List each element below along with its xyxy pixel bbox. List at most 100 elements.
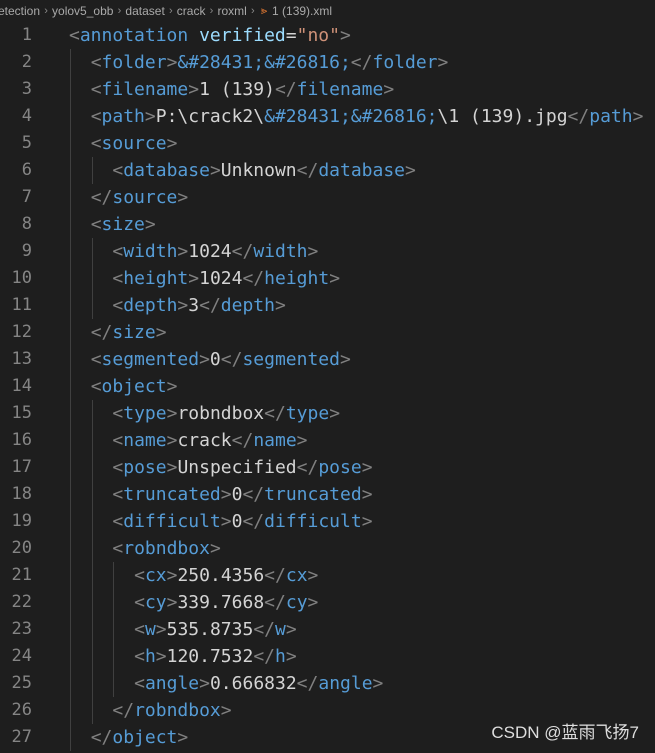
code-text: </robndbox> [112, 697, 231, 724]
code-line[interactable]: 24 <h>120.7532</h> [0, 643, 655, 670]
breadcrumb-item-crack[interactable]: crack [177, 4, 206, 18]
code-token: P:\crack2\ [155, 106, 265, 127]
code-token: 0.666832 [209, 673, 297, 694]
code-token: h [144, 646, 156, 667]
code-line[interactable]: 7 </source> [0, 184, 655, 211]
indent-guide [91, 643, 93, 670]
breadcrumb-item-file[interactable]: 1 (139).xml [272, 4, 332, 18]
breadcrumb: etection › yolov5_obb › dataset › crack … [0, 0, 655, 22]
indent-guide [91, 562, 93, 589]
code-token: 0 [231, 511, 243, 532]
indent-guide [113, 616, 115, 643]
code-token: > [166, 133, 178, 154]
breadcrumb-item-detection[interactable]: etection [0, 4, 40, 18]
breadcrumb-item-yolov5-obb[interactable]: yolov5_obb [52, 4, 113, 18]
code-editor[interactable]: 1 <annotation verified="no"> 2 <folder>&#28… [0, 22, 655, 753]
code-token: filename [101, 79, 189, 100]
line-number: 24 [11, 646, 32, 666]
code-token: &#28431;&#26816; [264, 106, 438, 127]
code-line[interactable]: 3 <filename>1 (139)</filename> [0, 76, 655, 103]
code-token: difficult [264, 511, 362, 532]
code-token: > [361, 457, 373, 478]
code-token: 3 [188, 295, 200, 316]
code-token: 535.8735 [166, 619, 254, 640]
code-token: </ [242, 268, 265, 289]
code-line[interactable]: 21 <cx>250.4356</cx> [0, 562, 655, 589]
code-token: < [112, 457, 124, 478]
line-number: 12 [11, 322, 32, 342]
code-line[interactable]: 22 <cy>339.7668</cy> [0, 589, 655, 616]
code-token: = [285, 25, 297, 46]
code-line[interactable]: 20 <robndbox> [0, 535, 655, 562]
code-token: cy [285, 592, 308, 613]
indent-guide [91, 589, 93, 616]
code-token: </ [231, 241, 254, 262]
code-line[interactable]: 18 <truncated>0</truncated> [0, 481, 655, 508]
code-text: <height>1024</height> [112, 265, 340, 292]
indent-guide [70, 616, 71, 643]
line-number: 2 [21, 52, 32, 72]
code-token: > [372, 673, 384, 694]
code-token: > [220, 484, 232, 505]
indent-guide [70, 535, 71, 562]
code-line[interactable]: 12 </size> [0, 319, 655, 346]
code-line[interactable]: 15 <type>robndbox</type> [0, 400, 655, 427]
code-token: < [90, 214, 102, 235]
code-token: width [123, 241, 178, 262]
code-token: > [361, 511, 373, 532]
code-line[interactable]: 10 <height>1024</height> [0, 265, 655, 292]
code-token: < [112, 511, 124, 532]
breadcrumb-item-dataset[interactable]: dataset [125, 4, 164, 18]
code-line[interactable]: 11 <depth>3</depth> [0, 292, 655, 319]
code-line[interactable]: 14 <object> [0, 373, 655, 400]
code-line[interactable]: 19 <difficult>0</difficult> [0, 508, 655, 535]
code-text: <cx>250.4356</cx> [134, 562, 318, 589]
line-number: 4 [21, 106, 32, 126]
code-token: object [101, 376, 167, 397]
line-number: 9 [21, 241, 32, 261]
indent-guide [70, 454, 71, 481]
code-token: > [329, 403, 341, 424]
indent-guide [70, 589, 71, 616]
code-line[interactable]: 8 <size> [0, 211, 655, 238]
indent-guide [70, 319, 71, 346]
code-line[interactable]: 16 <name>crack</name> [0, 427, 655, 454]
code-token: cx [144, 565, 167, 586]
code-token: </ [296, 457, 319, 478]
code-text: <cy>339.7668</cy> [134, 589, 318, 616]
code-token: > [199, 349, 210, 370]
indent-guide [70, 49, 71, 76]
code-line[interactable]: 4 <path>P:\crack2\&#28431;&#26816;\1 (139… [0, 103, 655, 130]
code-line[interactable]: 1 <annotation verified="no"> [0, 22, 655, 49]
code-token: </ [264, 565, 286, 586]
code-token: < [112, 241, 124, 262]
code-token: </ [90, 187, 113, 208]
line-number: 6 [21, 160, 32, 180]
line-number: 27 [11, 727, 32, 747]
indent-guide [91, 535, 93, 562]
breadcrumb-item-roxml[interactable]: roxml [217, 4, 246, 18]
code-text: <folder>&#28431;&#26816;</folder> [91, 49, 449, 76]
code-token: > [307, 565, 319, 586]
code-line[interactable]: 25 <angle>0.666832</angle> [0, 670, 655, 697]
indent-guide [70, 292, 71, 319]
code-token: </ [264, 403, 286, 424]
code-line[interactable]: 2 <folder>&#28431;&#26816;</folder> [0, 49, 655, 76]
code-token: 0 [231, 484, 243, 505]
indent-guide [70, 400, 71, 427]
code-line[interactable]: 5 <source> [0, 130, 655, 157]
indent-guide [70, 130, 71, 157]
code-line[interactable]: 6 <database>Unknown</database> [0, 157, 655, 184]
code-line[interactable]: 17 <pose>Unspecified</pose> [0, 454, 655, 481]
code-line[interactable]: 9 <width>1024</width> [0, 238, 655, 265]
code-token: </ [231, 430, 254, 451]
line-number: 26 [11, 700, 32, 720]
code-token: </ [90, 322, 113, 343]
code-token: 339.7668 [177, 592, 265, 613]
code-line[interactable]: 23 <w>535.8735</w> [0, 616, 655, 643]
code-token: </ [90, 727, 113, 748]
code-text: <path>P:\crack2\&#28431;&#26816;\1 (139)… [91, 103, 644, 130]
indent-guide [70, 76, 71, 103]
code-line[interactable]: 13 <segmented>0</segmented> [0, 346, 655, 373]
